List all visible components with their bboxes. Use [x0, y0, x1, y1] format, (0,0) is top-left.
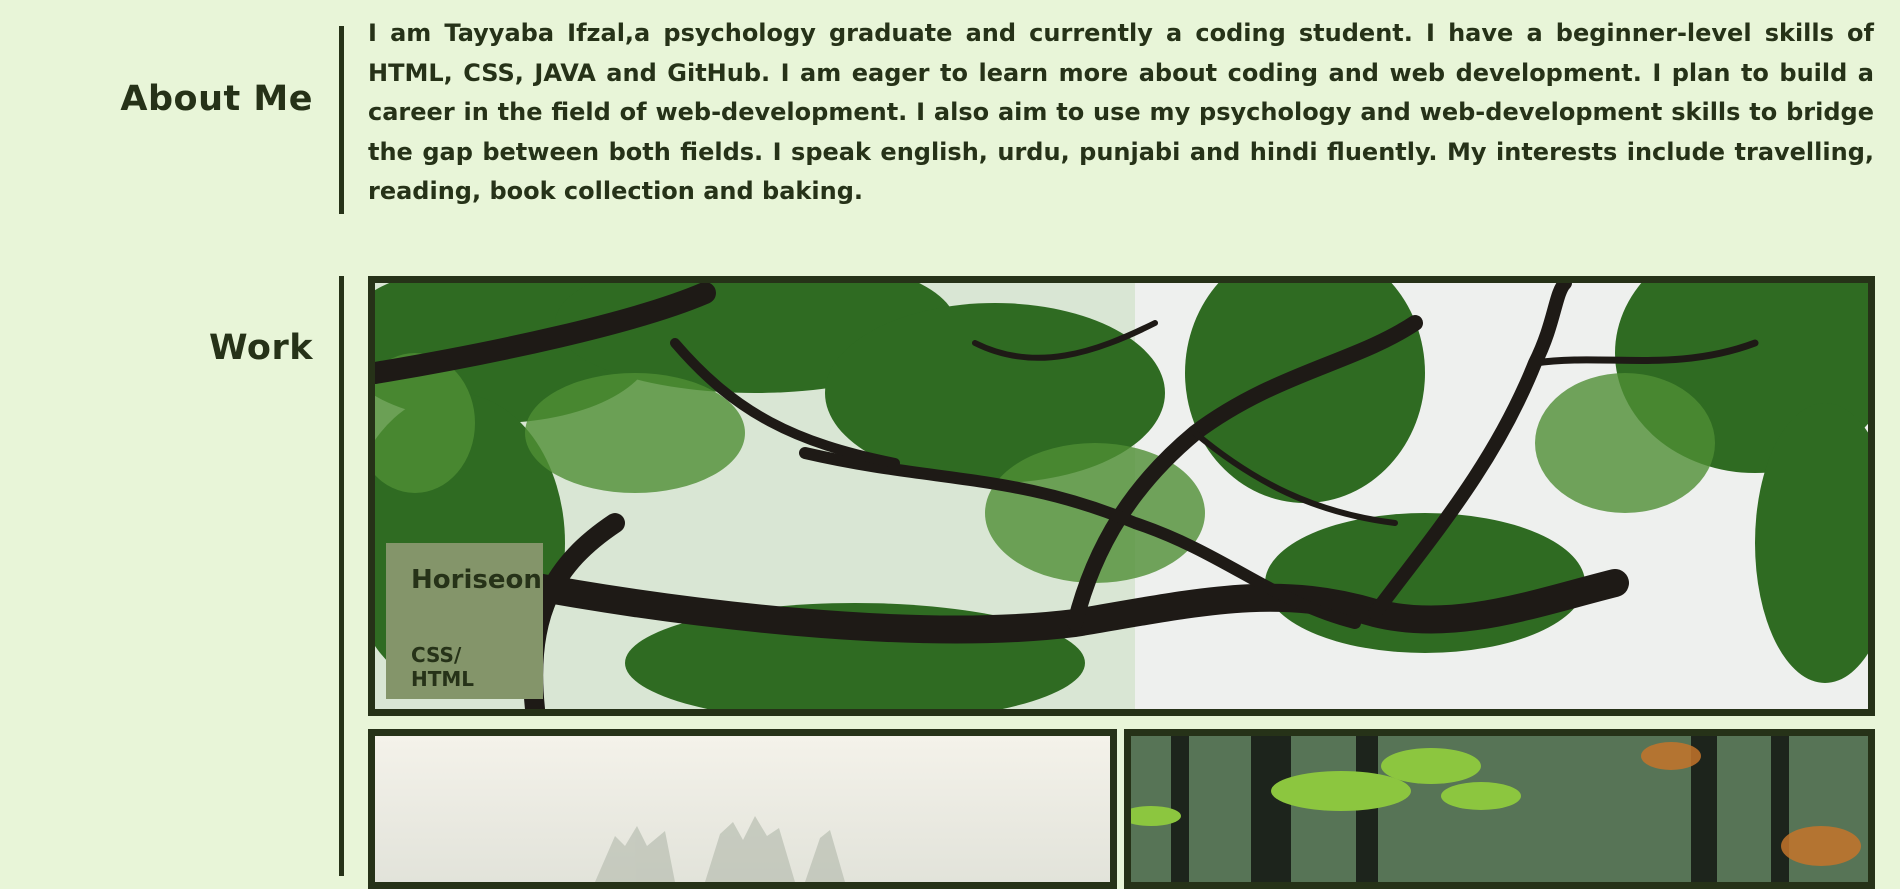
about-text: I am Tayyaba Ifzal,a psychology graduate…: [368, 19, 1874, 205]
work-section: Work Horiseon CSS/ HTML: [0, 276, 1900, 889]
forest-canopy-image: [375, 283, 1868, 709]
about-section: About Me I am Tayyaba Ifzal,a psychology…: [0, 0, 1900, 230]
project-card-3[interactable]: [1124, 729, 1875, 889]
green-forest-image: [1131, 736, 1868, 882]
project-label-horiseon: Horiseon CSS/ HTML: [386, 543, 543, 699]
work-heading: Work: [209, 328, 313, 368]
work-divider: [339, 276, 344, 876]
project-card-horiseon[interactable]: Horiseon CSS/ HTML: [368, 276, 1875, 716]
about-heading: About Me: [120, 79, 313, 119]
project-tech: CSS/ HTML: [411, 643, 475, 691]
about-divider: [339, 26, 344, 214]
project-card-2[interactable]: [368, 729, 1117, 889]
project-name: Horiseon: [411, 565, 542, 595]
misty-forest-image: [375, 736, 1110, 882]
